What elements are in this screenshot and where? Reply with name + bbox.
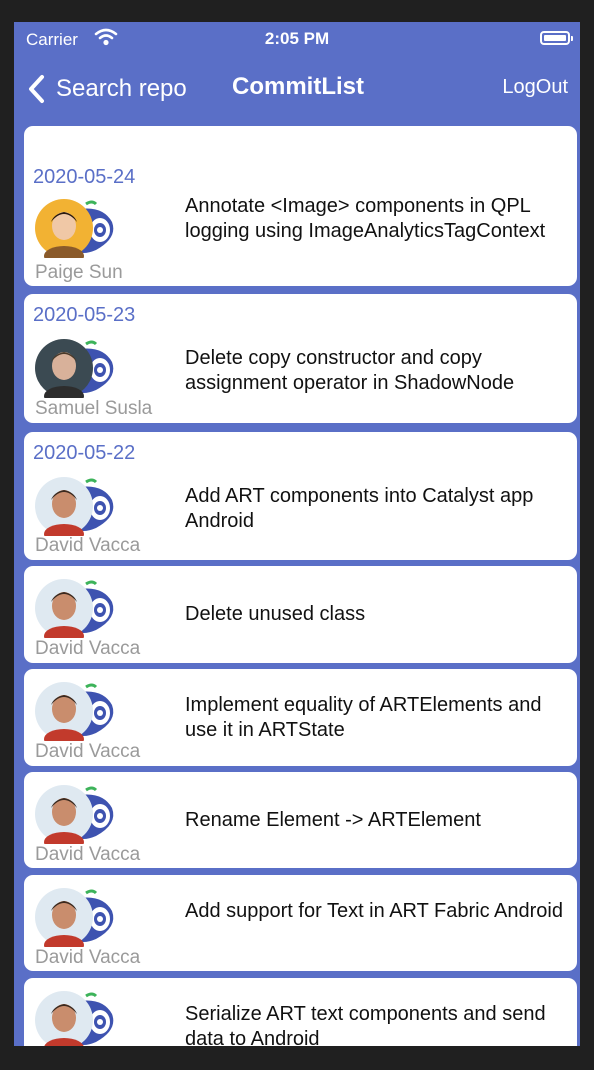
commit-row[interactable]: 2020-05-24 Paige Sun Annotate <Image> com… [24,126,577,286]
avatar [34,476,118,544]
commit-message: Implement equality of ARTElements and us… [185,694,542,741]
device-screen: Carrier 2:05 PM Search repo CommitList L… [14,22,580,1046]
commit-author: David Vacca [35,535,141,556]
avatar [34,784,118,852]
avatar [34,681,118,749]
commit-row[interactable]: David Vacca Implement equality of ARTElem… [24,669,577,766]
commit-message: Rename Element -> ARTElement [185,809,481,831]
commit-row[interactable]: Serialize ART text components and send d… [24,978,577,1046]
avatar [34,338,118,406]
commit-row[interactable]: David Vacca Rename Element -> ARTElement [24,772,577,868]
commit-row[interactable]: 2020-05-22 David Vacca Add ART components… [24,432,577,560]
commit-message: Add ART components into Catalyst app And… [185,485,534,532]
status-bar: Carrier 2:05 PM [14,22,580,58]
avatar [34,990,118,1046]
back-button[interactable]: Search repo [24,72,187,106]
commit-row[interactable]: 2020-05-23 Samuel Susla Delete copy const… [24,294,577,423]
logout-button[interactable]: LogOut [502,76,568,99]
commit-author: David Vacca [35,741,141,762]
commit-row[interactable]: David Vacca Add support for Text in ART F… [24,875,577,971]
commit-author: Paige Sun [35,262,123,283]
chevron-left-icon [29,75,44,103]
status-time: 2:05 PM [264,29,330,48]
commit-message: Delete unused class [185,603,366,625]
commit-row[interactable]: David Vacca Delete unused class [24,566,577,663]
commit-author: David Vacca [35,844,141,865]
commit-author: Samuel Susla [35,398,153,419]
navigation-bar: Search repo CommitList LogOut [14,58,580,120]
commit-message: Serialize ART text components and send d… [185,1003,546,1046]
battery-icon [540,31,573,45]
commit-message: Delete copy constructor and copy assignm… [185,347,515,394]
commit-date: 2020-05-23 [33,304,136,326]
commit-message: Annotate <Image> components in QPL loggi… [185,195,546,242]
page-title: CommitList [232,73,364,100]
commit-message: Add support for Text in ART Fabric Andro… [185,900,563,922]
avatar [34,578,118,646]
avatar [34,198,118,266]
back-button-label: Search repo [56,75,187,102]
commit-date: 2020-05-22 [33,442,136,464]
commit-date: 2020-05-24 [33,166,136,188]
commit-author: David Vacca [35,947,141,968]
avatar [34,887,118,955]
commit-author: David Vacca [35,638,141,659]
